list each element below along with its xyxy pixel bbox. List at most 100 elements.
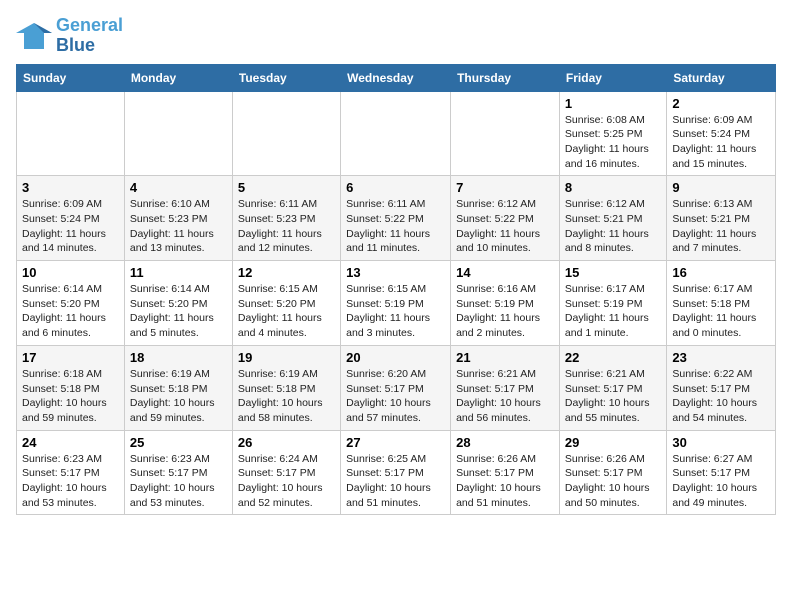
- calendar-cell: 17 Sunrise: 6:18 AM Sunset: 5:18 PM Dayli…: [17, 345, 125, 430]
- day-number: 11: [130, 265, 227, 280]
- day-number: 4: [130, 180, 227, 195]
- calendar-cell: 3 Sunrise: 6:09 AM Sunset: 5:24 PM Daylig…: [17, 176, 125, 261]
- calendar-week-2: 3 Sunrise: 6:09 AM Sunset: 5:24 PM Daylig…: [17, 176, 776, 261]
- day-detail: Sunrise: 6:21 AM Sunset: 5:17 PM Dayligh…: [565, 367, 661, 426]
- day-detail: Sunrise: 6:15 AM Sunset: 5:19 PM Dayligh…: [346, 282, 445, 341]
- day-detail: Sunrise: 6:15 AM Sunset: 5:20 PM Dayligh…: [238, 282, 335, 341]
- calendar-table: SundayMondayTuesdayWednesdayThursdayFrid…: [16, 64, 776, 516]
- page-header: General Blue: [16, 16, 776, 56]
- day-number: 5: [238, 180, 335, 195]
- calendar-cell: 19 Sunrise: 6:19 AM Sunset: 5:18 PM Dayli…: [232, 345, 340, 430]
- day-detail: Sunrise: 6:19 AM Sunset: 5:18 PM Dayligh…: [238, 367, 335, 426]
- calendar-week-3: 10 Sunrise: 6:14 AM Sunset: 5:20 PM Dayli…: [17, 261, 776, 346]
- day-number: 2: [672, 96, 770, 111]
- day-number: 21: [456, 350, 554, 365]
- calendar-cell: 18Sunrise: 6:19 AM Sunset: 5:18 PM Dayli…: [124, 345, 232, 430]
- day-detail: Sunrise: 6:23 AM Sunset: 5:17 PM Dayligh…: [22, 452, 119, 511]
- day-number: 7: [456, 180, 554, 195]
- calendar-week-1: 1 Sunrise: 6:08 AM Sunset: 5:25 PM Daylig…: [17, 91, 776, 176]
- day-detail: Sunrise: 6:08 AM Sunset: 5:25 PM Dayligh…: [565, 113, 661, 172]
- calendar-cell: 24 Sunrise: 6:23 AM Sunset: 5:17 PM Dayli…: [17, 430, 125, 515]
- calendar-cell: 12 Sunrise: 6:15 AM Sunset: 5:20 PM Dayli…: [232, 261, 340, 346]
- day-number: 13: [346, 265, 445, 280]
- day-detail: Sunrise: 6:24 AM Sunset: 5:17 PM Dayligh…: [238, 452, 335, 511]
- day-number: 15: [565, 265, 661, 280]
- day-detail: Sunrise: 6:23 AM Sunset: 5:17 PM Dayligh…: [130, 452, 227, 511]
- weekday-header-row: SundayMondayTuesdayWednesdayThursdayFrid…: [17, 64, 776, 91]
- day-detail: Sunrise: 6:14 AM Sunset: 5:20 PM Dayligh…: [130, 282, 227, 341]
- calendar-cell: 6 Sunrise: 6:11 AM Sunset: 5:22 PM Daylig…: [341, 176, 451, 261]
- calendar-cell: 7Sunrise: 6:12 AM Sunset: 5:22 PM Daylig…: [451, 176, 560, 261]
- day-detail: Sunrise: 6:26 AM Sunset: 5:17 PM Dayligh…: [565, 452, 661, 511]
- day-detail: Sunrise: 6:09 AM Sunset: 5:24 PM Dayligh…: [22, 197, 119, 256]
- day-detail: Sunrise: 6:18 AM Sunset: 5:18 PM Dayligh…: [22, 367, 119, 426]
- calendar-cell: [17, 91, 125, 176]
- day-detail: Sunrise: 6:11 AM Sunset: 5:23 PM Dayligh…: [238, 197, 335, 256]
- weekday-header-saturday: Saturday: [667, 64, 776, 91]
- calendar-cell: 22 Sunrise: 6:21 AM Sunset: 5:17 PM Dayli…: [559, 345, 666, 430]
- calendar-cell: 28 Sunrise: 6:26 AM Sunset: 5:17 PM Dayli…: [451, 430, 560, 515]
- day-number: 1: [565, 96, 661, 111]
- day-detail: Sunrise: 6:12 AM Sunset: 5:21 PM Dayligh…: [565, 197, 661, 256]
- day-number: 23: [672, 350, 770, 365]
- calendar-cell: [451, 91, 560, 176]
- day-detail: Sunrise: 6:25 AM Sunset: 5:17 PM Dayligh…: [346, 452, 445, 511]
- weekday-header-sunday: Sunday: [17, 64, 125, 91]
- day-number: 17: [22, 350, 119, 365]
- day-detail: Sunrise: 6:16 AM Sunset: 5:19 PM Dayligh…: [456, 282, 554, 341]
- day-number: 16: [672, 265, 770, 280]
- day-detail: Sunrise: 6:27 AM Sunset: 5:17 PM Dayligh…: [672, 452, 770, 511]
- day-number: 10: [22, 265, 119, 280]
- logo: General Blue: [16, 16, 123, 56]
- day-number: 9: [672, 180, 770, 195]
- calendar-cell: 21 Sunrise: 6:21 AM Sunset: 5:17 PM Dayli…: [451, 345, 560, 430]
- calendar-cell: 27 Sunrise: 6:25 AM Sunset: 5:17 PM Dayli…: [341, 430, 451, 515]
- day-number: 18: [130, 350, 227, 365]
- day-detail: Sunrise: 6:22 AM Sunset: 5:17 PM Dayligh…: [672, 367, 770, 426]
- calendar-cell: 8Sunrise: 6:12 AM Sunset: 5:21 PM Daylig…: [559, 176, 666, 261]
- day-detail: Sunrise: 6:17 AM Sunset: 5:18 PM Dayligh…: [672, 282, 770, 341]
- day-detail: Sunrise: 6:20 AM Sunset: 5:17 PM Dayligh…: [346, 367, 445, 426]
- calendar-cell: [232, 91, 340, 176]
- calendar-cell: 30 Sunrise: 6:27 AM Sunset: 5:17 PM Dayli…: [667, 430, 776, 515]
- calendar-cell: [124, 91, 232, 176]
- calendar-cell: 13 Sunrise: 6:15 AM Sunset: 5:19 PM Dayli…: [341, 261, 451, 346]
- weekday-header-tuesday: Tuesday: [232, 64, 340, 91]
- weekday-header-friday: Friday: [559, 64, 666, 91]
- day-number: 30: [672, 435, 770, 450]
- calendar-cell: 2 Sunrise: 6:09 AM Sunset: 5:24 PM Daylig…: [667, 91, 776, 176]
- logo-text: General Blue: [56, 16, 123, 56]
- day-number: 3: [22, 180, 119, 195]
- day-number: 22: [565, 350, 661, 365]
- day-detail: Sunrise: 6:09 AM Sunset: 5:24 PM Dayligh…: [672, 113, 770, 172]
- calendar-cell: 23 Sunrise: 6:22 AM Sunset: 5:17 PM Dayli…: [667, 345, 776, 430]
- day-detail: Sunrise: 6:17 AM Sunset: 5:19 PM Dayligh…: [565, 282, 661, 341]
- day-detail: Sunrise: 6:10 AM Sunset: 5:23 PM Dayligh…: [130, 197, 227, 256]
- day-number: 19: [238, 350, 335, 365]
- calendar-cell: [341, 91, 451, 176]
- day-detail: Sunrise: 6:14 AM Sunset: 5:20 PM Dayligh…: [22, 282, 119, 341]
- calendar-week-5: 24 Sunrise: 6:23 AM Sunset: 5:17 PM Dayli…: [17, 430, 776, 515]
- day-number: 14: [456, 265, 554, 280]
- calendar-cell: 15 Sunrise: 6:17 AM Sunset: 5:19 PM Dayli…: [559, 261, 666, 346]
- calendar-cell: 9 Sunrise: 6:13 AM Sunset: 5:21 PM Daylig…: [667, 176, 776, 261]
- day-detail: Sunrise: 6:26 AM Sunset: 5:17 PM Dayligh…: [456, 452, 554, 511]
- calendar-cell: 14 Sunrise: 6:16 AM Sunset: 5:19 PM Dayli…: [451, 261, 560, 346]
- calendar-cell: 25Sunrise: 6:23 AM Sunset: 5:17 PM Dayli…: [124, 430, 232, 515]
- weekday-header-monday: Monday: [124, 64, 232, 91]
- calendar-cell: 20Sunrise: 6:20 AM Sunset: 5:17 PM Dayli…: [341, 345, 451, 430]
- day-detail: Sunrise: 6:11 AM Sunset: 5:22 PM Dayligh…: [346, 197, 445, 256]
- day-detail: Sunrise: 6:13 AM Sunset: 5:21 PM Dayligh…: [672, 197, 770, 256]
- calendar-cell: 16 Sunrise: 6:17 AM Sunset: 5:18 PM Dayli…: [667, 261, 776, 346]
- day-number: 26: [238, 435, 335, 450]
- day-number: 12: [238, 265, 335, 280]
- calendar-week-4: 17 Sunrise: 6:18 AM Sunset: 5:18 PM Dayli…: [17, 345, 776, 430]
- day-detail: Sunrise: 6:21 AM Sunset: 5:17 PM Dayligh…: [456, 367, 554, 426]
- day-number: 28: [456, 435, 554, 450]
- day-number: 6: [346, 180, 445, 195]
- calendar-cell: 4 Sunrise: 6:10 AM Sunset: 5:23 PM Daylig…: [124, 176, 232, 261]
- weekday-header-wednesday: Wednesday: [341, 64, 451, 91]
- day-number: 24: [22, 435, 119, 450]
- day-number: 27: [346, 435, 445, 450]
- weekday-header-thursday: Thursday: [451, 64, 560, 91]
